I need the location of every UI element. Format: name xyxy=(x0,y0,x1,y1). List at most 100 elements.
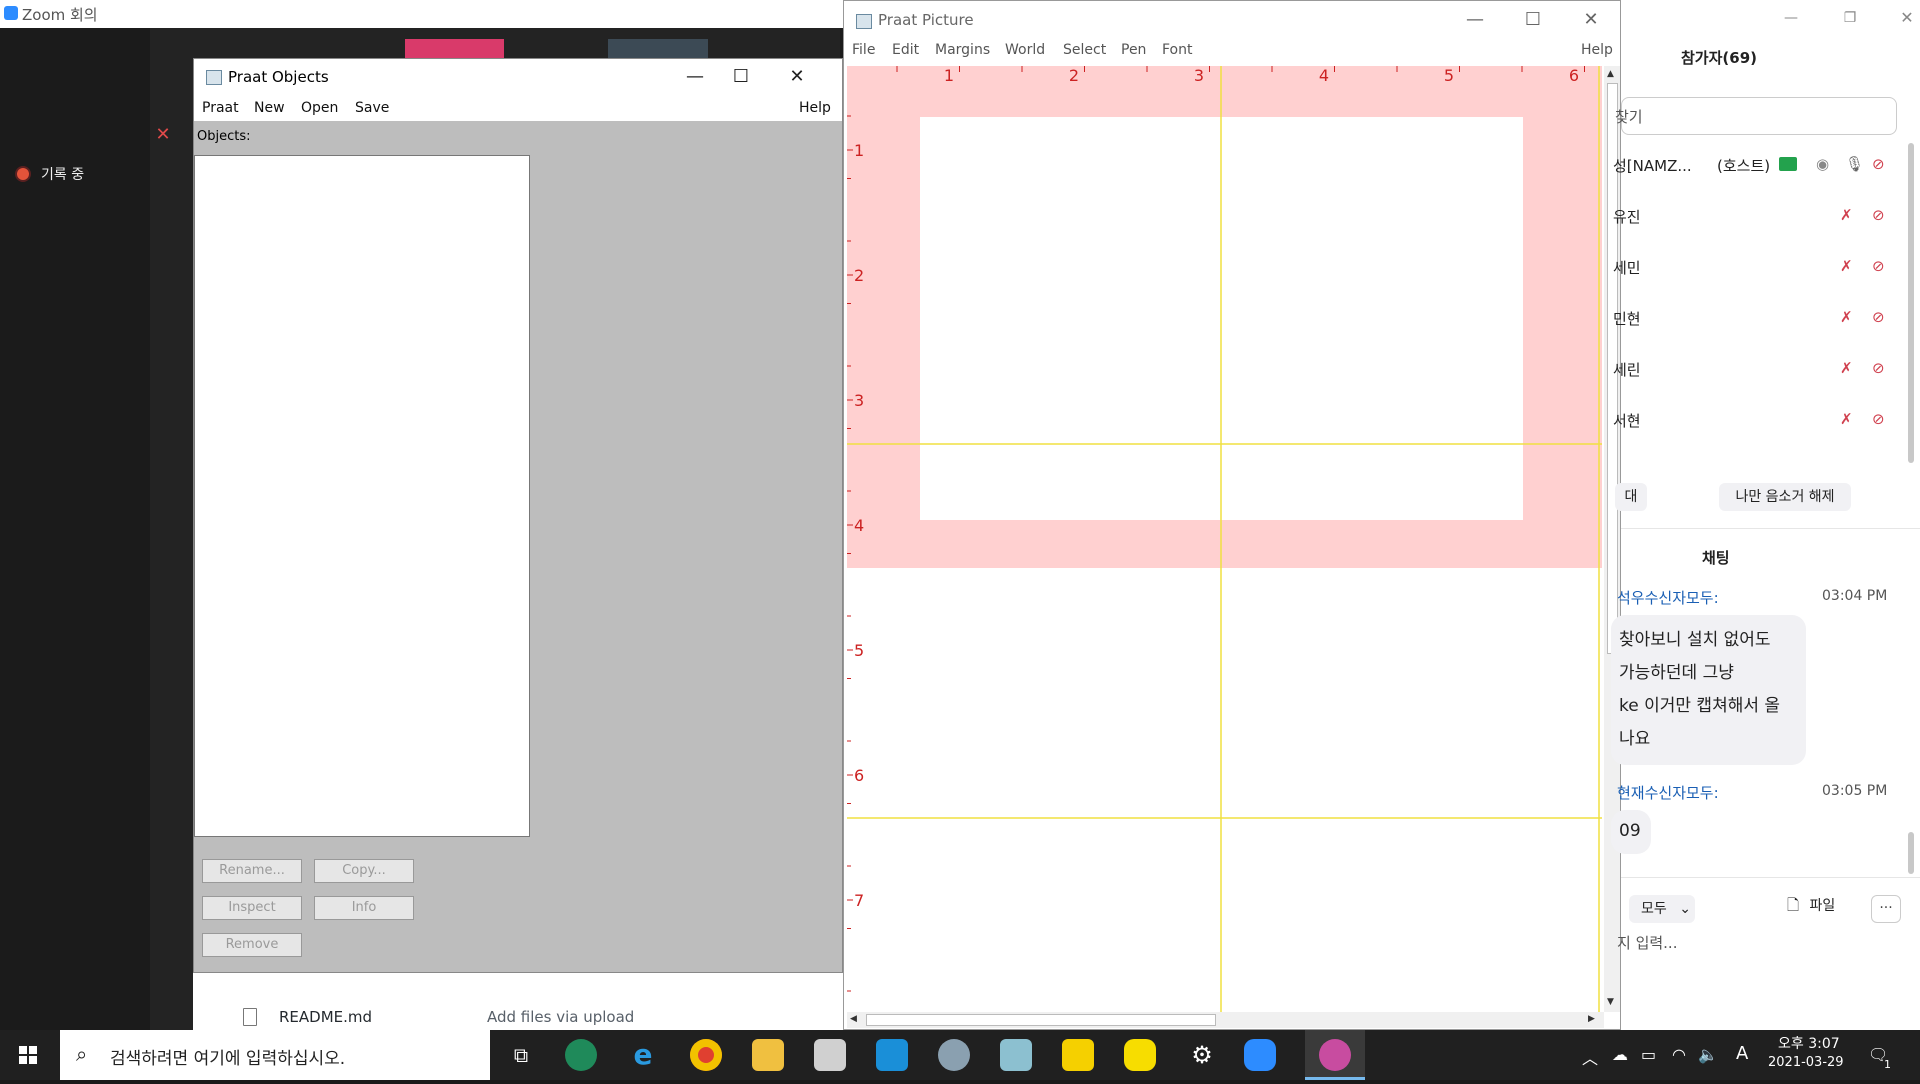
participant-name[interactable]: 유진 xyxy=(1613,206,1641,227)
objects-list[interactable] xyxy=(194,155,530,837)
panel-divider xyxy=(1621,528,1920,529)
input-method-indicator[interactable]: A xyxy=(1736,1043,1748,1064)
video-off-icon[interactable]: ⊘ xyxy=(1872,308,1885,326)
menu-help[interactable]: Help xyxy=(799,100,831,116)
left-ruler-label: 6 xyxy=(854,766,864,785)
mic-icon[interactable]: 🎙 xyxy=(1845,155,1864,173)
menu-praat[interactable]: Praat xyxy=(202,100,239,116)
mic-muted-icon[interactable]: ✗ xyxy=(1840,308,1853,326)
edge-browser-icon[interactable] xyxy=(565,1039,597,1071)
taskbar-search-box[interactable]: ⌕ 검색하려면 여기에 입력하십시오. xyxy=(60,1030,490,1080)
clock-date[interactable]: 2021-03-29 xyxy=(1768,1055,1844,1070)
participant-name[interactable]: 서현 xyxy=(1613,410,1641,431)
battery-icon[interactable]: ▭ xyxy=(1641,1045,1656,1064)
task-view-icon[interactable]: ⧉ xyxy=(505,1039,537,1071)
windows-logo-icon xyxy=(19,1046,37,1064)
start-button[interactable] xyxy=(0,1030,60,1080)
chat-message-line: 나요 xyxy=(1619,729,1651,749)
participant-name[interactable]: 세민 xyxy=(1613,257,1641,278)
microsoft-store-icon[interactable] xyxy=(814,1039,846,1071)
picture-canvas[interactable]: 1 2 3 4 5 6 1 2 3 4 5 6 7 xyxy=(847,66,1602,1014)
objects-label: Objects: xyxy=(197,129,251,144)
file-button[interactable]: 🗋 파일 xyxy=(1787,895,1835,920)
file-name-link[interactable]: README.md xyxy=(279,1008,372,1026)
internet-explorer-icon[interactable]: e xyxy=(627,1039,659,1071)
praat-taskbar-button[interactable] xyxy=(1305,1030,1365,1080)
recording-label: 기록 중 xyxy=(41,167,85,183)
participant-name[interactable]: 민현 xyxy=(1613,308,1641,329)
scroll-left-arrow-icon[interactable]: ◀ xyxy=(850,1014,857,1024)
menu-edit[interactable]: Edit xyxy=(892,42,919,58)
wifi-icon[interactable]: ◠ xyxy=(1672,1045,1686,1064)
video-off-icon[interactable]: ⊘ xyxy=(1872,410,1885,428)
more-options-button[interactable]: ··· xyxy=(1871,895,1901,923)
commit-message-link[interactable]: Add files via upload xyxy=(487,1008,634,1026)
mic-muted-icon[interactable]: ✗ xyxy=(1840,257,1853,275)
scroll-down-arrow-icon[interactable]: ▼ xyxy=(1607,997,1614,1007)
chat-message-line: 가능하던데 그냥 xyxy=(1619,663,1734,683)
video-off-icon[interactable]: ⊘ xyxy=(1872,206,1885,224)
participant-name[interactable]: 세린 xyxy=(1613,359,1641,380)
windows-taskbar: ⌕ 검색하려면 여기에 입력하십시오. ⧉ e ⚙ ︿ ☁ ▭ ◠ 🔈 A 오후… xyxy=(0,1030,1920,1080)
scroll-up-arrow-icon[interactable]: ▲ xyxy=(1607,69,1614,79)
praat-app-icon xyxy=(856,14,872,29)
clock-time[interactable]: 오후 3:07 xyxy=(1778,1033,1840,1053)
record-icon: ◉ xyxy=(1816,155,1830,173)
menu-open[interactable]: Open xyxy=(301,100,338,116)
left-ruler-label: 5 xyxy=(854,641,864,660)
chat-message-input[interactable]: 지 입력... xyxy=(1617,932,1677,953)
minimize-button[interactable]: — xyxy=(1768,0,1814,36)
mic-muted-icon[interactable]: ✗ xyxy=(1840,206,1853,224)
copy-button[interactable]: Copy... xyxy=(314,859,414,883)
participants-scrollbar[interactable] xyxy=(1908,143,1914,463)
chat-recipient-select[interactable]: 모두 ⌄ xyxy=(1629,895,1695,923)
menu-save[interactable]: Save xyxy=(355,100,389,116)
left-ruler-label: 4 xyxy=(854,516,864,535)
maximize-button[interactable]: ☐ xyxy=(718,59,764,95)
menu-help[interactable]: Help xyxy=(1581,42,1613,58)
horizontal-scroll-thumb[interactable] xyxy=(866,1014,1216,1026)
zoom-app-icon[interactable] xyxy=(1244,1039,1276,1071)
inspect-button[interactable]: Inspect xyxy=(202,896,302,920)
scroll-right-arrow-icon[interactable]: ▶ xyxy=(1588,1014,1595,1024)
video-off-icon[interactable]: ⊘ xyxy=(1872,359,1885,377)
settings-gear-icon[interactable]: ⚙ xyxy=(1186,1039,1218,1071)
menu-font[interactable]: Font xyxy=(1162,42,1192,58)
sticky-notes-icon[interactable] xyxy=(1062,1039,1094,1071)
remove-button[interactable]: Remove xyxy=(202,933,302,957)
mic-muted-icon[interactable]: ✗ xyxy=(1840,410,1853,428)
close-button[interactable]: ✕ xyxy=(1884,0,1920,36)
file-explorer-icon[interactable] xyxy=(752,1039,784,1071)
close-button[interactable]: ✕ xyxy=(774,59,820,95)
menu-file[interactable]: File xyxy=(852,42,875,58)
video-off-icon[interactable]: ⊘ xyxy=(1872,257,1885,275)
mic-muted-icon[interactable]: ✗ xyxy=(1840,359,1853,377)
app-icon[interactable] xyxy=(876,1039,908,1071)
unmute-me-button[interactable]: 나만 음소거 해제 xyxy=(1719,483,1851,511)
app-icon[interactable] xyxy=(1000,1039,1032,1071)
kakaotalk-icon[interactable] xyxy=(1124,1039,1156,1071)
menu-new[interactable]: New xyxy=(254,100,285,116)
show-hidden-icons-chevron-icon[interactable]: ︿ xyxy=(1582,1045,1598,1069)
participant-name-host[interactable]: 성[NAMZ... xyxy=(1613,155,1692,176)
close-button[interactable]: ✕ xyxy=(1568,2,1614,38)
maximize-button[interactable]: ☐ xyxy=(1510,2,1556,38)
info-button[interactable]: Info xyxy=(314,896,414,920)
rename-button[interactable]: Rename... xyxy=(202,859,302,883)
menu-select[interactable]: Select xyxy=(1063,42,1106,58)
minimize-button[interactable]: — xyxy=(1452,2,1498,38)
chrome-browser-icon[interactable] xyxy=(690,1039,722,1071)
volume-icon[interactable]: 🔈 xyxy=(1698,1045,1718,1064)
chat-scrollbar[interactable] xyxy=(1908,832,1914,874)
restore-button[interactable]: ❐ xyxy=(1827,0,1873,36)
video-off-icon[interactable]: ⊘ xyxy=(1872,155,1885,173)
menu-pen[interactable]: Pen xyxy=(1121,42,1146,58)
minimize-button[interactable]: — xyxy=(672,59,718,95)
paint-icon[interactable] xyxy=(938,1039,970,1071)
menu-margins[interactable]: Margins xyxy=(935,42,990,58)
participant-search-input[interactable] xyxy=(1621,97,1897,135)
onedrive-cloud-icon[interactable]: ☁ xyxy=(1612,1045,1628,1064)
invite-button[interactable]: 대 xyxy=(1615,483,1647,511)
menu-world[interactable]: World xyxy=(1005,42,1045,58)
praat-objects-window: Praat Objects — ☐ ✕ Praat New Open Save … xyxy=(193,58,843,973)
